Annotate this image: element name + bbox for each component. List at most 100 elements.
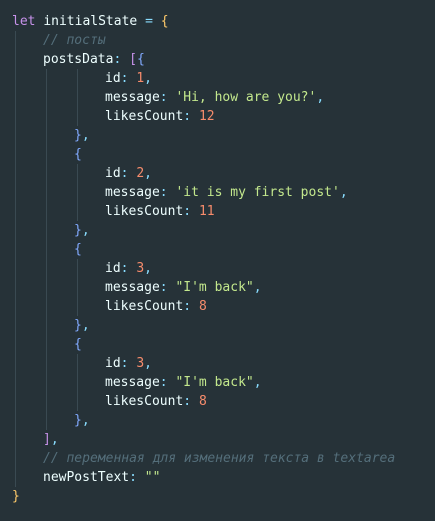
code-text: }: [12, 487, 20, 506]
code-line[interactable]: id: 3,: [0, 354, 435, 373]
code-text: message: "I'm back",: [105, 278, 262, 297]
code-token: id: [105, 71, 121, 86]
code-token: newPostText: [43, 470, 130, 485]
code-line[interactable]: {: [0, 145, 435, 164]
code-text: },: [74, 126, 90, 145]
code-token: :: [113, 52, 130, 67]
code-token: 1: [136, 71, 145, 86]
code-text: // переменная для изменения текста в tex…: [43, 449, 395, 468]
indent-guide: [77, 88, 78, 107]
indent-guide: [15, 69, 16, 88]
indent-guide: [77, 69, 78, 88]
indent-guide: [15, 468, 16, 487]
code-line[interactable]: // переменная для изменения текста в tex…: [0, 449, 435, 468]
code-line[interactable]: id: 1,: [0, 69, 435, 88]
code-token: {: [160, 14, 169, 29]
code-line[interactable]: id: 2,: [0, 164, 435, 183]
code-token: :: [183, 394, 199, 409]
code-line[interactable]: message: "I'm back",: [0, 278, 435, 297]
code-editor[interactable]: let initialState = { // посты postsData: […: [0, 0, 435, 521]
indent-guide: [46, 316, 47, 335]
code-token: :: [120, 71, 137, 86]
indent-guide: [15, 107, 16, 126]
code-line[interactable]: newPostText: "": [0, 468, 435, 487]
indent-guide: [77, 202, 78, 221]
code-token: 'it is my first post': [175, 185, 340, 200]
indent-guide: [15, 183, 16, 202]
indent-guide: [15, 50, 16, 69]
code-token: likesCount: [105, 394, 184, 409]
indent-guide: [46, 183, 47, 202]
code-text: message: 'it is my first post',: [105, 183, 348, 202]
code-token: 2: [136, 166, 145, 181]
code-line[interactable]: }: [0, 487, 435, 506]
code-line[interactable]: },: [0, 126, 435, 145]
indent-guide: [15, 411, 16, 430]
code-line[interactable]: ],: [0, 430, 435, 449]
indent-guide: [46, 297, 47, 316]
indent-guide: [46, 88, 47, 107]
code-token: [: [129, 52, 137, 67]
code-text: ],: [43, 430, 59, 449]
code-token: "I'm back": [175, 375, 254, 390]
code-token: postsData: [43, 52, 114, 67]
indent-guide: [15, 31, 16, 50]
code-token: likesCount: [105, 299, 184, 314]
indent-guide: [15, 316, 16, 335]
code-token: ,: [144, 71, 152, 86]
code-token: ,: [50, 432, 59, 447]
code-token: ,: [253, 375, 262, 390]
code-token: :: [159, 90, 176, 105]
code-line[interactable]: },: [0, 316, 435, 335]
code-text: message: "I'm back",: [105, 373, 262, 392]
code-text: newPostText: "": [43, 468, 160, 487]
code-line[interactable]: message: 'it is my first post',: [0, 183, 435, 202]
code-text: // посты: [43, 31, 106, 50]
indent-guide: [15, 221, 16, 240]
code-token: :: [159, 280, 176, 295]
code-line[interactable]: },: [0, 221, 435, 240]
code-token: ,: [316, 90, 325, 105]
indent-guide: [15, 145, 16, 164]
code-token: "": [144, 470, 161, 485]
code-line[interactable]: likesCount: 12: [0, 107, 435, 126]
indent-guide: [46, 221, 47, 240]
indent-guide: [46, 278, 47, 297]
code-line[interactable]: likesCount: 8: [0, 392, 435, 411]
code-token: :: [159, 185, 176, 200]
code-line[interactable]: {: [0, 240, 435, 259]
code-token: :: [183, 109, 199, 124]
code-text: postsData: [{: [43, 50, 145, 69]
indent-guide: [46, 354, 47, 373]
indent-guide: [15, 354, 16, 373]
code-line[interactable]: likesCount: 8: [0, 297, 435, 316]
code-line[interactable]: likesCount: 11: [0, 202, 435, 221]
code-line[interactable]: id: 3,: [0, 259, 435, 278]
code-token: ,: [81, 413, 90, 428]
code-line[interactable]: message: "I'm back",: [0, 373, 435, 392]
code-token: ,: [81, 223, 90, 238]
code-token: ]: [43, 432, 51, 447]
code-line[interactable]: message: 'Hi, how are you?',: [0, 88, 435, 107]
indent-guide: [46, 335, 47, 354]
code-line[interactable]: // посты: [0, 31, 435, 50]
indent-guide: [46, 69, 47, 88]
indent-guide: [15, 278, 16, 297]
code-text: id: 1,: [105, 69, 152, 88]
code-line[interactable]: postsData: [{: [0, 50, 435, 69]
indent-guide: [15, 430, 16, 449]
code-line[interactable]: },: [0, 411, 435, 430]
code-token: 'Hi, how are you?': [175, 90, 317, 105]
code-text: message: 'Hi, how are you?',: [105, 88, 324, 107]
code-token: // посты: [43, 33, 106, 48]
code-text: id: 2,: [105, 164, 152, 183]
code-token: likesCount: [105, 204, 184, 219]
indent-guide: [46, 145, 47, 164]
indent-guide: [15, 240, 16, 259]
indent-guide: [15, 164, 16, 183]
indent-guide: [46, 259, 47, 278]
code-token: id: [105, 261, 121, 276]
code-line[interactable]: {: [0, 335, 435, 354]
code-token: message: [105, 280, 160, 295]
code-line[interactable]: let initialState = {: [0, 12, 435, 31]
